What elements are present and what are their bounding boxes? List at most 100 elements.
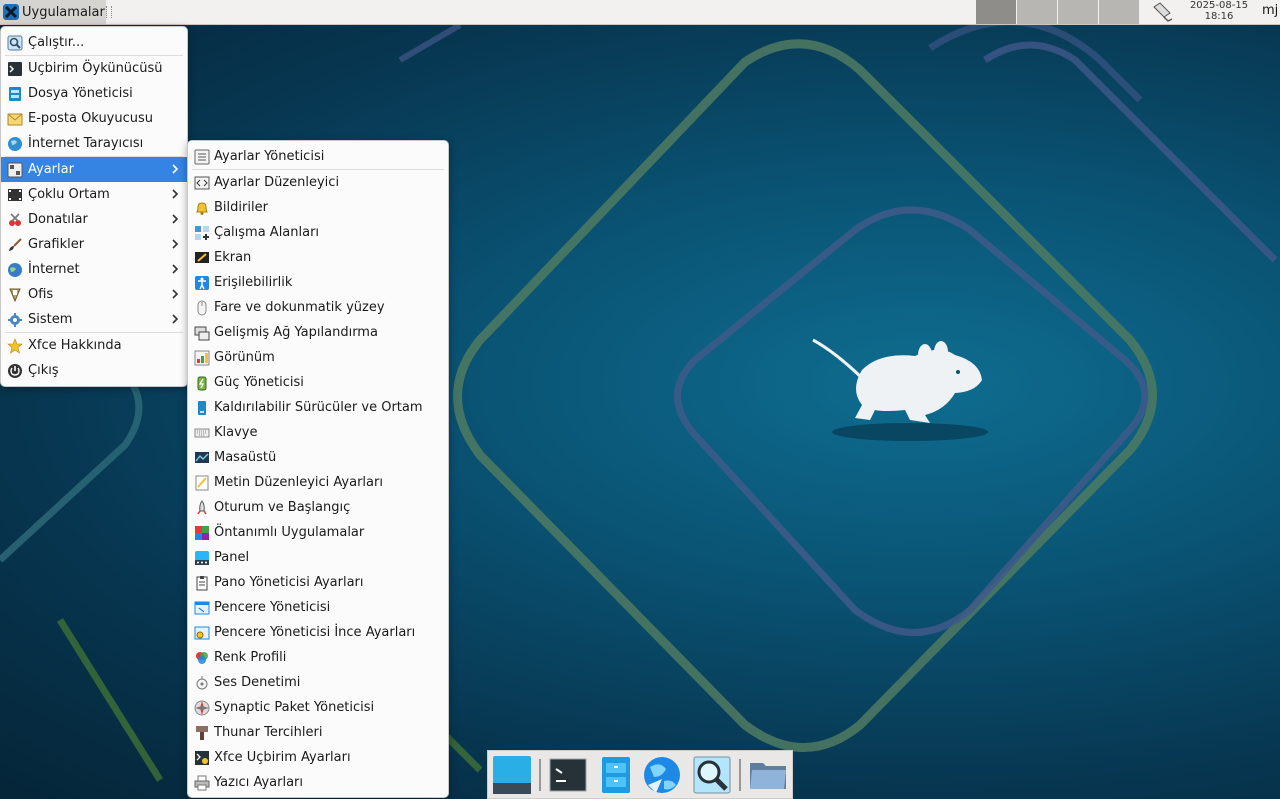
submenu-item-label: Oturum ve Başlangıç [214, 500, 351, 515]
terminal-icon [7, 61, 23, 77]
submenu-item-power-manager[interactable]: Güç Yöneticisi [188, 370, 448, 395]
applications-menu: Çalıştır... Uçbirim Öykünücüsü Dosya Yön… [0, 26, 188, 387]
web-browser-icon[interactable] [642, 755, 682, 795]
file-manager-icon[interactable] [596, 755, 636, 795]
submenu-item-panel[interactable]: Panel [188, 545, 448, 570]
submenu-item-desktop[interactable]: Masaüstü [188, 445, 448, 470]
submenu-item-thunar-prefs[interactable]: Thunar Tercihleri [188, 720, 448, 745]
dock-separator [739, 759, 741, 791]
submenu-item-label: Metin Düzenleyici Ayarları [214, 475, 383, 490]
network-tray-icon[interactable] [1150, 1, 1174, 23]
submenu-item-label: Panel [214, 550, 250, 565]
menu-item-accessories[interactable]: Donatılar [1, 207, 187, 232]
menu-item-run[interactable]: Çalıştır... [1, 30, 187, 55]
submenu-item-window-manager[interactable]: Pencere Yöneticisi [188, 595, 448, 620]
workspace-1[interactable] [976, 0, 1016, 24]
settings-manager-icon [194, 149, 210, 165]
submenu-item-label: Güç Yöneticisi [214, 375, 304, 390]
submenu-item-settings-manager[interactable]: Ayarlar Yöneticisi [188, 144, 448, 169]
submenu-item-label: Çalışma Alanları [214, 225, 320, 240]
applications-menu-button[interactable]: Uygulamalar [0, 0, 106, 24]
power-manager-icon [194, 375, 210, 391]
run-icon [7, 35, 23, 51]
submenu-item-session-startup[interactable]: Oturum ve Başlangıç [188, 495, 448, 520]
submenu-item-settings-editor[interactable]: Ayarlar Düzenleyici [188, 170, 448, 195]
menu-item-logout[interactable]: Çıkış [1, 358, 187, 383]
mail-icon [7, 111, 23, 127]
submenu-item-accessibility[interactable]: Erişilebilirlik [188, 270, 448, 295]
submenu-item-text-editor-settings[interactable]: Metin Düzenleyici Ayarları [188, 470, 448, 495]
submenu-item-clipboard-settings[interactable]: Pano Yöneticisi Ayarları [188, 570, 448, 595]
workspace-4[interactable] [1099, 0, 1139, 24]
menu-item-label: Donatılar [28, 212, 88, 227]
folder-icon[interactable] [748, 755, 788, 795]
panel-drag-handle[interactable] [106, 6, 112, 18]
submenu-item-printer-settings[interactable]: Yazıcı Ayarları [188, 770, 448, 795]
submenu-item-network[interactable]: Gelişmiş Ağ Yapılandırma [188, 320, 448, 345]
menu-item-label: İnternet [28, 262, 80, 277]
network-icon [194, 325, 210, 341]
submenu-item-keyboard[interactable]: Klavye [188, 420, 448, 445]
submenu-item-display[interactable]: Ekran [188, 245, 448, 270]
menu-item-office[interactable]: Ofis [1, 282, 187, 307]
window-manager-icon [194, 600, 210, 616]
submenu-item-label: Ayarlar Düzenleyici [214, 175, 340, 190]
menu-item-label: Dosya Yöneticisi [28, 86, 133, 101]
menu-item-label: Çoklu Ortam [28, 187, 110, 202]
terminal-icon[interactable] [548, 755, 588, 795]
menu-item-terminal[interactable]: Uçbirim Öykünücüsü [1, 56, 187, 81]
internet-icon [7, 262, 23, 278]
submenu-item-label: Erişilebilirlik [214, 275, 293, 290]
clock-time: 18:16 [1204, 11, 1234, 22]
color-profile-icon [194, 650, 210, 666]
chevron-right-icon [172, 314, 179, 324]
menu-item-label: İnternet Tarayıcısı [28, 136, 144, 151]
submenu-item-label: Thunar Tercihleri [214, 725, 323, 740]
submenu-item-color-profile[interactable]: Renk Profili [188, 645, 448, 670]
submenu-item-label: Gelişmiş Ağ Yapılandırma [214, 325, 378, 340]
menu-item-internet[interactable]: İnternet [1, 257, 187, 282]
submenu-item-label: Görünüm [214, 350, 275, 365]
workspace-3[interactable] [1058, 0, 1098, 24]
office-icon [7, 287, 23, 303]
submenu-item-notifications[interactable]: Bildiriler [188, 195, 448, 220]
display-icon [194, 250, 210, 266]
chevron-right-icon [172, 189, 179, 199]
submenu-item-label: Synaptic Paket Yöneticisi [214, 700, 375, 715]
system-icon [7, 312, 23, 328]
submenu-item-removable-drives[interactable]: Kaldırılabilir Sürücüler ve Ortam [188, 395, 448, 420]
clock[interactable]: 2025-08-15 18:16 [1186, 0, 1252, 22]
menu-item-web-browser[interactable]: İnternet Tarayıcısı [1, 131, 187, 156]
rocket-icon [194, 499, 210, 516]
menu-item-mail[interactable]: E-posta Okuyucusu [1, 106, 187, 131]
accessibility-icon [194, 275, 210, 291]
workspace-2[interactable] [1017, 0, 1057, 24]
menu-item-multimedia[interactable]: Çoklu Ortam [1, 182, 187, 207]
menu-item-file-manager[interactable]: Dosya Yöneticisi [1, 81, 187, 106]
submenu-item-workspaces[interactable]: Çalışma Alanları [188, 220, 448, 245]
menu-item-label: Xfce Hakkında [28, 338, 122, 353]
show-desktop-icon[interactable] [492, 755, 532, 795]
menu-item-graphics[interactable]: Grafikler [1, 232, 187, 257]
app-finder-icon[interactable] [692, 755, 732, 795]
settings-editor-icon [194, 175, 210, 191]
text-editor-icon [194, 475, 210, 491]
submenu-item-appearance[interactable]: Görünüm [188, 345, 448, 370]
submenu-item-synaptic[interactable]: Synaptic Paket Yöneticisi [188, 695, 448, 720]
submenu-item-mouse-touchpad[interactable]: Fare ve dokunmatik yüzey [188, 295, 448, 320]
menu-item-system[interactable]: Sistem [1, 307, 187, 332]
menu-item-settings[interactable]: Ayarlar [1, 157, 187, 182]
submenu-item-terminal-settings[interactable]: Xfce Uçbirim Ayarları [188, 745, 448, 770]
synaptic-icon [194, 700, 210, 716]
web-browser-icon [7, 136, 23, 152]
applications-menu-label: Uygulamalar [22, 4, 105, 20]
submenu-item-default-apps[interactable]: Öntanımlı Uygulamalar [188, 520, 448, 545]
chevron-right-icon [172, 264, 179, 274]
user-name[interactable]: mj [1262, 3, 1278, 18]
notifications-bell-icon [194, 200, 210, 216]
menu-item-about-xfce[interactable]: Xfce Hakkında [1, 333, 187, 358]
submenu-item-label: Yazıcı Ayarları [214, 775, 303, 790]
submenu-item-volume-control[interactable]: Ses Denetimi [188, 670, 448, 695]
submenu-item-window-tweaks[interactable]: Pencere Yöneticisi İnce Ayarları [188, 620, 448, 645]
submenu-item-label: Fare ve dokunmatik yüzey [214, 300, 385, 315]
